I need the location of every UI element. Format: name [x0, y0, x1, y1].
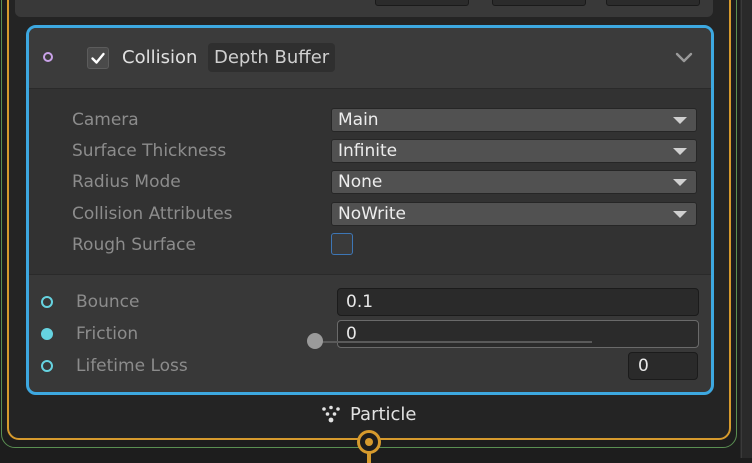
block-header[interactable]: Collision Depth Buffer — [29, 28, 711, 88]
flow-output-port-dot — [365, 438, 373, 446]
setting-label-surface-thickness: Surface Thickness — [72, 141, 227, 161]
bounce-field[interactable]: 0.1 — [337, 288, 699, 316]
lifetime-loss-slider-handle[interactable] — [307, 333, 323, 349]
flow-connection — [367, 453, 371, 463]
block-header-port[interactable] — [43, 52, 53, 62]
collision-block[interactable]: Collision Depth Buffer Camera Main Surfa… — [26, 25, 714, 395]
block-subtitle: Depth Buffer — [208, 43, 336, 72]
particle-icon — [322, 405, 340, 423]
previous-block-field[interactable] — [375, 0, 469, 6]
checkmark-icon — [91, 52, 105, 64]
setting-label-radius-mode: Radius Mode — [72, 172, 181, 192]
previous-block-field[interactable] — [606, 0, 700, 6]
radius-mode-dropdown-value: None — [338, 172, 383, 192]
surface-thickness-dropdown[interactable]: Infinite — [331, 139, 697, 163]
chevron-down-icon[interactable] — [675, 51, 693, 65]
friction-label: Friction — [76, 324, 139, 344]
bounce-input-port[interactable] — [41, 296, 53, 308]
bounce-label: Bounce — [76, 292, 140, 312]
radius-mode-dropdown[interactable]: None — [331, 170, 697, 194]
surface-thickness-dropdown-value: Infinite — [338, 141, 398, 161]
dropdown-arrow-icon — [673, 148, 687, 155]
lifetime-loss-slider-track[interactable] — [312, 341, 592, 343]
context-type-label: Particle — [350, 404, 417, 425]
previous-block-field[interactable] — [492, 0, 586, 6]
block-settings: Camera Main Surface Thickness Infinite R… — [29, 88, 711, 275]
camera-dropdown[interactable]: Main — [331, 108, 697, 132]
settings-divider — [29, 274, 711, 275]
dropdown-arrow-icon — [673, 179, 687, 186]
block-enabled-checkbox[interactable] — [87, 47, 109, 69]
lifetime-loss-label: Lifetime Loss — [76, 356, 188, 376]
setting-label-rough-surface: Rough Surface — [72, 235, 196, 255]
friction-input-port[interactable] — [41, 328, 53, 340]
collision-attributes-dropdown[interactable]: NoWrite — [331, 202, 697, 226]
rough-surface-checkbox[interactable] — [331, 233, 353, 255]
lifetime-loss-value: 0 — [638, 356, 649, 376]
lifetime-loss-field[interactable]: 0 — [628, 352, 698, 380]
collision-attributes-dropdown-value: NoWrite — [338, 204, 406, 224]
camera-dropdown-value: Main — [338, 110, 379, 130]
block-title: Collision — [122, 47, 198, 68]
bounce-value: 0.1 — [346, 292, 374, 312]
canvas-edge-line — [741, 0, 742, 458]
friction-field[interactable]: 0 — [337, 320, 699, 348]
dropdown-arrow-icon — [673, 211, 687, 218]
dropdown-arrow-icon — [673, 117, 687, 124]
setting-label-collision-attributes: Collision Attributes — [72, 204, 233, 224]
setting-label-camera: Camera — [72, 110, 139, 130]
lifetime-loss-input-port[interactable] — [41, 360, 53, 372]
